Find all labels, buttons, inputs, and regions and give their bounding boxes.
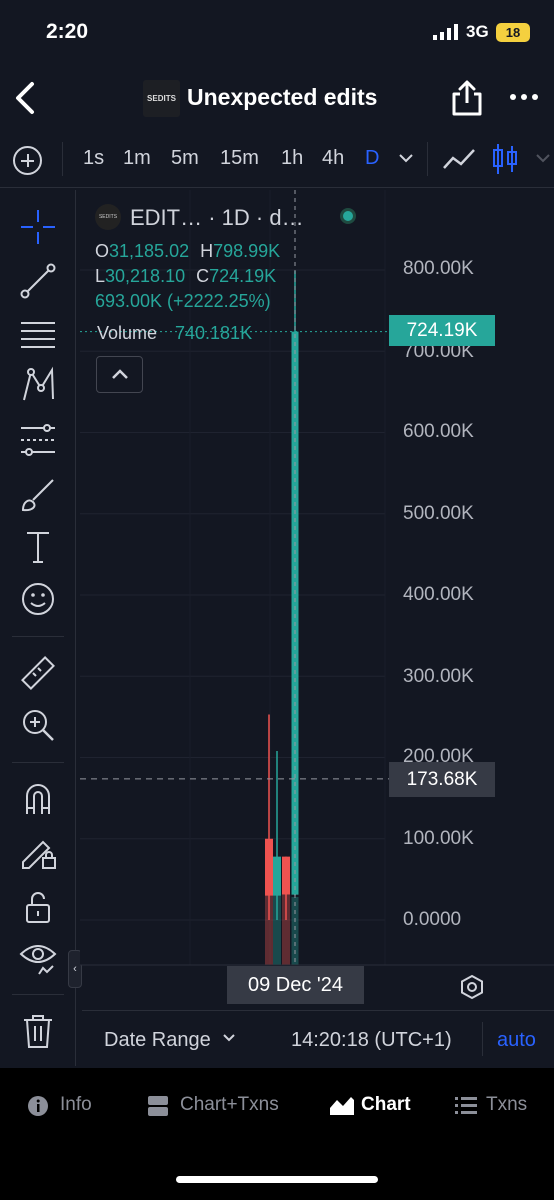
- interval-1h[interactable]: 1h: [281, 147, 303, 170]
- legend-token-logo: SEDITS: [95, 204, 121, 230]
- interval-1m[interactable]: 1m: [123, 147, 151, 170]
- text-icon[interactable]: [19, 528, 57, 566]
- toolbar-separator: [12, 994, 64, 995]
- interval-1s[interactable]: 1s: [83, 147, 104, 170]
- info-icon[interactable]: [27, 1095, 49, 1117]
- price-scale-label: 800.00K: [403, 258, 474, 279]
- price-scale-label: 500.00K: [403, 503, 474, 524]
- last-price-tag: 724.19K: [389, 315, 495, 346]
- chevron-down-icon[interactable]: [222, 1033, 236, 1043]
- nav-chart-txns[interactable]: Chart+Txns: [180, 1094, 279, 1116]
- candlestick-chart-type-icon[interactable]: [491, 142, 519, 176]
- chart-txns-icon[interactable]: [147, 1095, 169, 1117]
- interval-d[interactable]: D: [365, 147, 379, 170]
- nav-info[interactable]: Info: [60, 1094, 92, 1116]
- volume-bar: [282, 895, 290, 965]
- legend-ohlc-row-1: O31,185.02 H798.99K: [95, 241, 280, 262]
- emoji-icon[interactable]: [19, 580, 57, 618]
- price-scale-label: 100.00K: [403, 828, 474, 849]
- share-button[interactable]: [451, 80, 483, 116]
- drawing-toolbar: [0, 190, 76, 1066]
- volume-label: Volume: [97, 323, 158, 343]
- auto-scale-button[interactable]: auto: [497, 1029, 536, 1052]
- chart-settings-icon[interactable]: [459, 974, 485, 1000]
- list-icon[interactable]: [455, 1096, 477, 1116]
- price-chart[interactable]: [80, 190, 554, 1008]
- legend-open: 31,185.02: [109, 241, 190, 261]
- collapse-legend-button[interactable]: [96, 356, 143, 393]
- chevron-up-icon: [112, 369, 128, 379]
- candle-body: [282, 856, 290, 895]
- pattern-icon[interactable]: [19, 366, 57, 404]
- volume-bar: [273, 895, 281, 965]
- more-options-button[interactable]: [508, 88, 540, 106]
- crosshair-date-tag: 09 Dec '24: [227, 966, 364, 1004]
- interval-chevron-down-icon[interactable]: [398, 152, 414, 164]
- magnet-icon[interactable]: [19, 780, 57, 818]
- toolbar-divider: [62, 142, 63, 176]
- volume-bar: [291, 897, 299, 965]
- interval-5m[interactable]: 5m: [171, 147, 199, 170]
- add-indicator-button[interactable]: [13, 146, 42, 175]
- chart-type-chevron-down-icon[interactable]: [535, 152, 551, 164]
- candle-body: [273, 856, 281, 896]
- timezone-display[interactable]: 14:20:18 (UTC+1): [291, 1029, 452, 1052]
- token-logo: SEDITS: [143, 80, 180, 117]
- candle-body: [265, 838, 273, 896]
- forecast-icon[interactable]: [19, 422, 57, 460]
- page-title: Unexpected edits: [187, 84, 378, 110]
- price-scale-label: 300.00K: [403, 666, 474, 687]
- line-chart-type-icon[interactable]: [442, 146, 476, 172]
- chart-icon[interactable]: [329, 1094, 355, 1116]
- date-range-button[interactable]: Date Range: [104, 1029, 211, 1052]
- network-type: 3G: [466, 22, 489, 41]
- crosshair-icon[interactable]: [19, 208, 57, 246]
- ruler-icon[interactable]: [19, 654, 57, 692]
- volume-value: 740.181K: [175, 323, 253, 343]
- trash-icon[interactable]: [19, 1012, 57, 1050]
- legend-low: 30,218.10: [105, 266, 186, 286]
- fib-retracement-icon[interactable]: [19, 316, 57, 354]
- price-scale-label: 0.0000: [403, 909, 462, 930]
- toolbar-separator: [12, 762, 64, 763]
- crosshair-price-tag: 173.68K: [389, 762, 495, 797]
- lock-drawing-icon[interactable]: [19, 832, 57, 870]
- signal-icon: [433, 24, 458, 40]
- interval-15m[interactable]: 15m: [220, 147, 259, 170]
- legend-ohlc-row-2: L30,218.10 C724.19K: [95, 266, 276, 287]
- home-indicator: [176, 1176, 378, 1183]
- volume-bar: [265, 895, 273, 965]
- brush-icon[interactable]: [19, 476, 57, 514]
- toolbar-separator: [12, 636, 64, 637]
- unlock-icon[interactable]: [19, 888, 57, 926]
- nav-chart[interactable]: Chart: [361, 1094, 411, 1116]
- eye-icon[interactable]: [19, 938, 57, 976]
- legend-high-key: H: [200, 241, 214, 261]
- back-button[interactable]: [10, 78, 40, 118]
- status-time: 2:20: [46, 20, 89, 43]
- price-scale-label: 400.00K: [403, 584, 474, 605]
- zoom-in-icon[interactable]: [19, 706, 57, 744]
- price-scale-label: 600.00K: [403, 421, 474, 442]
- legend-close-key: C: [196, 266, 210, 286]
- trend-line-icon[interactable]: [19, 262, 57, 300]
- legend-symbol[interactable]: EDIT… · 1D · d…: [130, 205, 304, 231]
- legend-open-key: O: [95, 241, 110, 261]
- status-bar: 2:20 3G 18: [0, 0, 554, 60]
- legend-change: 693.00K (+2222.25%): [95, 291, 271, 311]
- interval-4h[interactable]: 4h: [322, 147, 344, 170]
- toolbar-divider: [427, 142, 428, 176]
- footer-divider: [482, 1022, 483, 1056]
- nav-txns[interactable]: Txns: [486, 1094, 527, 1116]
- market-status-dot: [340, 208, 356, 224]
- legend-high: 798.99K: [213, 241, 281, 261]
- battery-icon: 18: [496, 23, 530, 42]
- legend-close: 724.19K: [209, 266, 277, 286]
- legend-low-key: L: [95, 266, 106, 286]
